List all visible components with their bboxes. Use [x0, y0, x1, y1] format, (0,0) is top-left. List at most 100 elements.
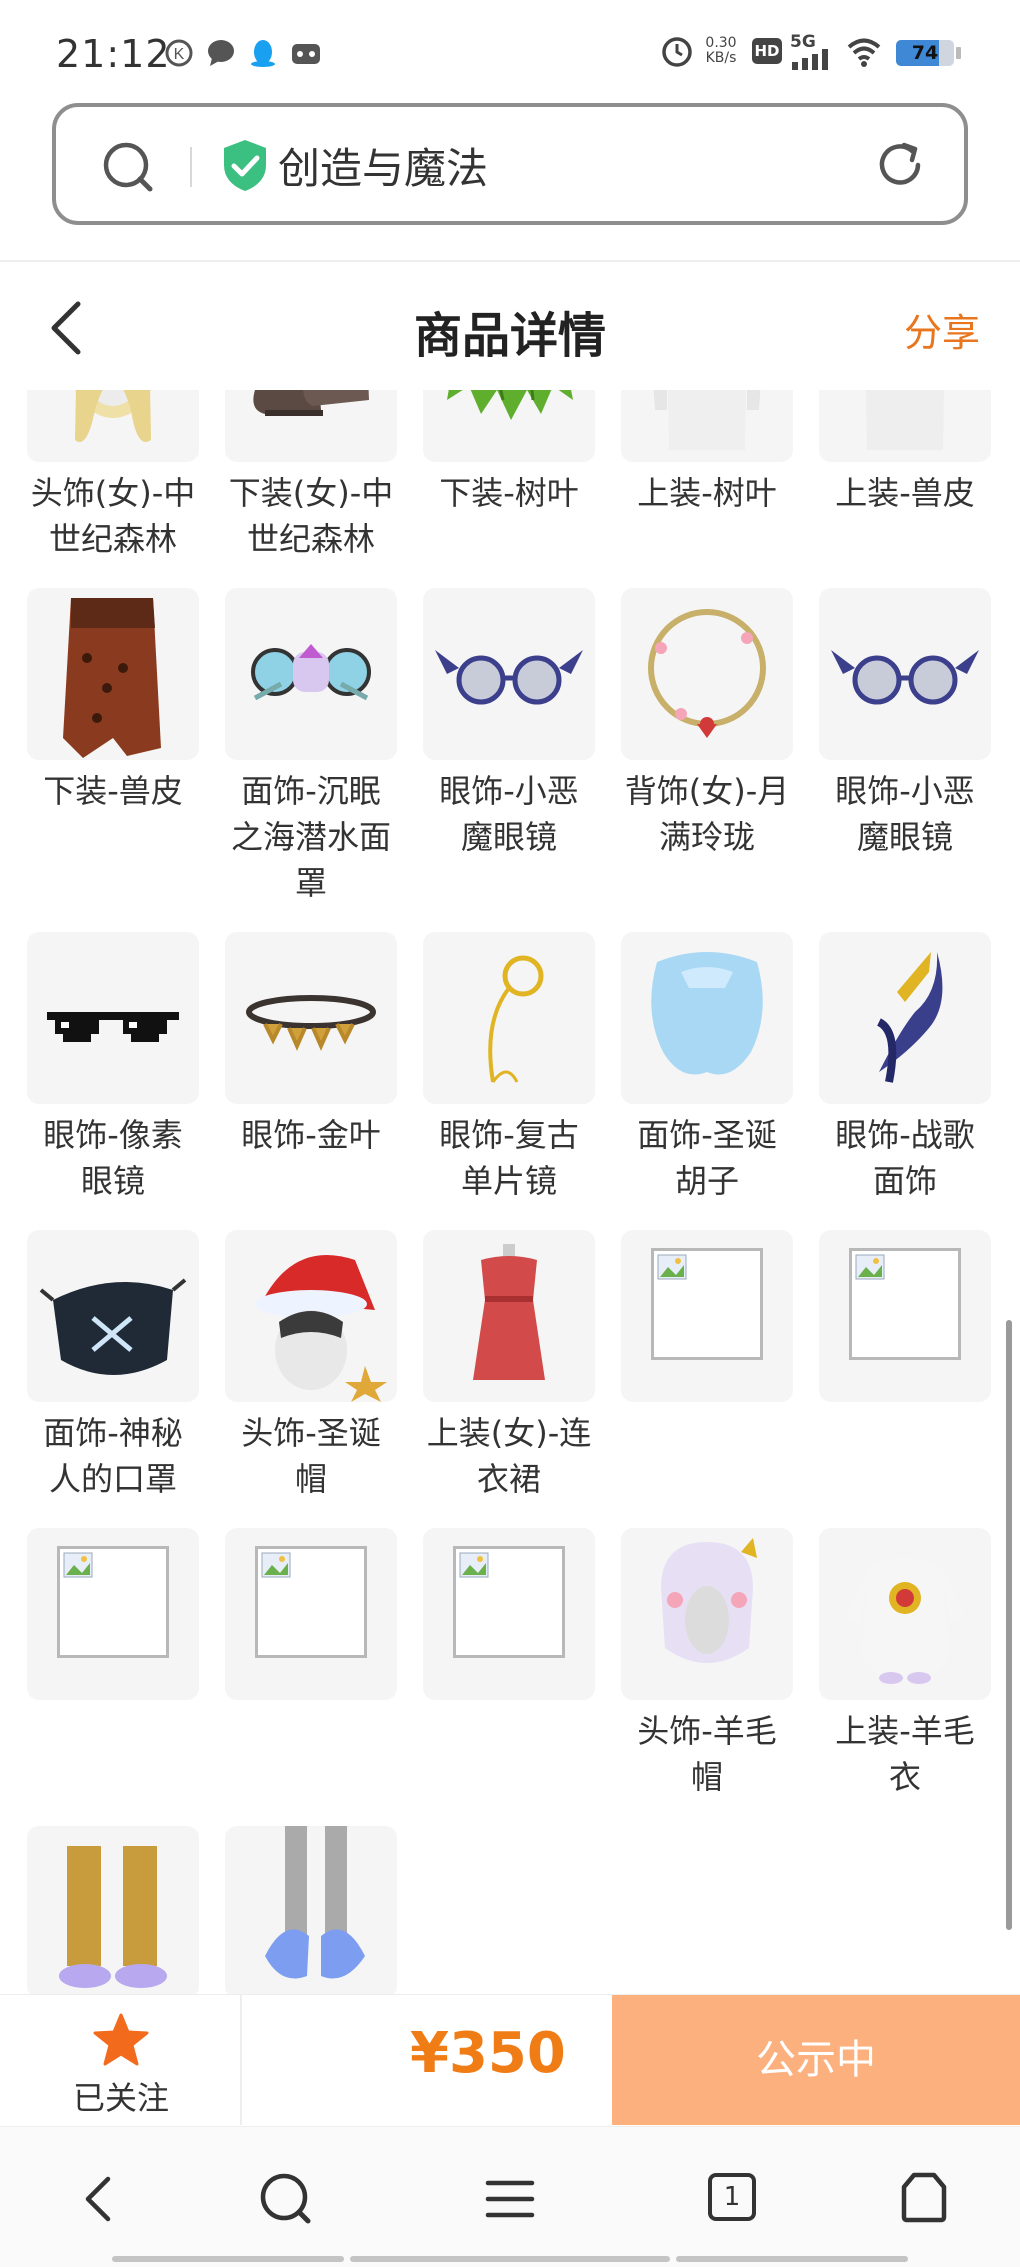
- nav-menu-icon[interactable]: [482, 2171, 538, 2227]
- nav-home-icon[interactable]: [900, 2171, 948, 2223]
- product-thumbnail[interactable]: [423, 588, 595, 760]
- product-item[interactable]: 眼饰-金叶: [225, 932, 397, 1204]
- product-thumbnail[interactable]: [225, 1826, 397, 1994]
- nav-back-icon[interactable]: [78, 2171, 118, 2227]
- product-item[interactable]: [225, 1528, 397, 1800]
- item-grid-viewport: 头饰(女)-中世纪森林 下装(女)-中世纪森林 下装-树叶 上装-树叶 上装-兽皮下装-…: [0, 390, 1020, 1994]
- search-text[interactable]: 创造与魔法: [278, 135, 488, 196]
- product-item[interactable]: 上装(女)-连衣裙: [423, 1230, 595, 1502]
- product-thumbnail[interactable]: [225, 390, 397, 462]
- product-item[interactable]: 眼饰-像素眼镜: [27, 932, 199, 1204]
- product-item[interactable]: 眼饰-战歌面饰: [819, 932, 991, 1204]
- devil-glasses-icon: [831, 650, 979, 705]
- product-thumbnail[interactable]: [27, 1528, 199, 1700]
- product-item[interactable]: [27, 1826, 199, 1994]
- search-icon[interactable]: [100, 139, 156, 195]
- product-item[interactable]: [819, 1230, 991, 1502]
- wifi-icon: [847, 38, 881, 67]
- product-name: 眼饰-复古单片镜: [439, 1116, 579, 1200]
- product-item[interactable]: 眼饰-小恶魔眼镜: [819, 588, 991, 906]
- net-speed-unit: KB/s: [705, 50, 737, 66]
- product-item[interactable]: 上装-树叶: [621, 390, 793, 562]
- chat-icon: [208, 40, 234, 66]
- status-bar: 21:12 K 0.30 KB/s HD 5G 74: [0, 0, 1020, 100]
- product-name: 眼饰-像素眼镜: [43, 1116, 183, 1200]
- boots-icon: [253, 390, 369, 416]
- product-thumbnail[interactable]: [27, 1230, 199, 1402]
- product-thumbnail[interactable]: [225, 1528, 397, 1700]
- follow-button[interactable]: 已关注: [0, 1995, 242, 2125]
- product-thumbnail[interactable]: [423, 1230, 595, 1402]
- broken-image-icon: [453, 1546, 565, 1658]
- product-thumbnail[interactable]: [621, 1230, 793, 1402]
- product-item[interactable]: [621, 1230, 793, 1502]
- product-name: 下装-树叶: [439, 474, 579, 512]
- product-thumbnail[interactable]: [27, 932, 199, 1104]
- product-name: 头饰(女)-中世纪森林: [30, 474, 196, 558]
- product-item[interactable]: [225, 1826, 397, 1994]
- product-item[interactable]: 头饰-羊毛帽: [621, 1528, 793, 1800]
- product-thumbnail[interactable]: [819, 932, 991, 1104]
- product-thumbnail[interactable]: [225, 932, 397, 1104]
- address-bar[interactable]: 创造与魔法: [52, 103, 968, 225]
- action-bar: 已关注 ¥350 公示中: [0, 1994, 1020, 2125]
- product-item[interactable]: 眼饰-复古单片镜: [423, 932, 595, 1204]
- product-item[interactable]: 下装(女)-中世纪森林: [225, 390, 397, 562]
- gold-boots-icon: [59, 1846, 167, 1988]
- publicity-status-button[interactable]: 公示中: [612, 1995, 1020, 2125]
- product-thumbnail[interactable]: [621, 390, 793, 462]
- product-thumbnail[interactable]: [423, 1528, 595, 1700]
- product-item[interactable]: 眼饰-小恶魔眼镜: [423, 588, 595, 906]
- product-item[interactable]: 上装-羊毛衣: [819, 1528, 991, 1800]
- broken-image-icon: [849, 1248, 961, 1360]
- scrollbar[interactable]: [1006, 1320, 1012, 1930]
- tab-count: 1: [723, 2182, 741, 2212]
- product-name: 面饰-圣诞胡子: [637, 1116, 777, 1200]
- item-grid: 头饰(女)-中世纪森林 下装(女)-中世纪森林 下装-树叶 上装-树叶 上装-兽皮下装-…: [27, 390, 1007, 1994]
- nav-tabs-button[interactable]: 1: [708, 2173, 756, 2221]
- product-name: 下装-兽皮: [43, 772, 183, 810]
- gold-leaf-icon: [246, 995, 376, 1051]
- product-thumbnail[interactable]: [27, 588, 199, 760]
- product-thumbnail[interactable]: [225, 1230, 397, 1402]
- product-item[interactable]: 面饰-沉眠之海潜水面罩: [225, 588, 397, 906]
- page-title: 商品详情: [413, 308, 606, 364]
- product-item[interactable]: 面饰-神秘人的口罩: [27, 1230, 199, 1502]
- gesture-handle-center[interactable]: [350, 2256, 670, 2262]
- sheep-hat-icon: [661, 1538, 757, 1663]
- battery-icon: 74: [896, 40, 954, 66]
- product-thumbnail[interactable]: [621, 1528, 793, 1700]
- product-thumbnail[interactable]: [27, 1826, 199, 1994]
- product-thumbnail[interactable]: [423, 932, 595, 1104]
- signal-icon: [792, 49, 828, 70]
- product-thumbnail[interactable]: [819, 1528, 991, 1700]
- product-item[interactable]: 上装-兽皮: [819, 390, 991, 562]
- product-thumbnail[interactable]: [819, 588, 991, 760]
- product-thumbnail[interactable]: [423, 390, 595, 462]
- monocle-icon: [488, 955, 544, 1083]
- share-link[interactable]: 分享: [904, 302, 980, 357]
- product-thumbnail[interactable]: [621, 932, 793, 1104]
- product-item[interactable]: 下装-树叶: [423, 390, 595, 562]
- reload-icon[interactable]: [872, 137, 928, 193]
- product-thumbnail[interactable]: [621, 588, 793, 760]
- nav-search-icon[interactable]: [258, 2171, 314, 2227]
- product-item[interactable]: [27, 1528, 199, 1800]
- diving-mask-icon: [251, 644, 371, 701]
- product-item[interactable]: 下装-兽皮: [27, 588, 199, 906]
- product-item[interactable]: 头饰-圣诞帽: [225, 1230, 397, 1502]
- product-thumbnail[interactable]: [819, 390, 991, 462]
- product-item[interactable]: 面饰-圣诞胡子: [621, 932, 793, 1204]
- product-item[interactable]: 头饰(女)-中世纪森林: [27, 390, 199, 562]
- product-name: 上装-羊毛衣: [835, 1712, 975, 1796]
- product-item[interactable]: [423, 1528, 595, 1800]
- follow-label: 已关注: [72, 2079, 169, 2117]
- product-item[interactable]: 背饰(女)-月满玲珑: [621, 588, 793, 906]
- warsong-mask-icon: [876, 952, 943, 1083]
- svg-text:K: K: [174, 46, 185, 63]
- qq-icon: [251, 40, 275, 67]
- pixel-glasses-icon: [47, 1012, 179, 1042]
- product-thumbnail[interactable]: [819, 1230, 991, 1402]
- product-thumbnail[interactable]: [27, 390, 199, 462]
- product-thumbnail[interactable]: [225, 588, 397, 760]
